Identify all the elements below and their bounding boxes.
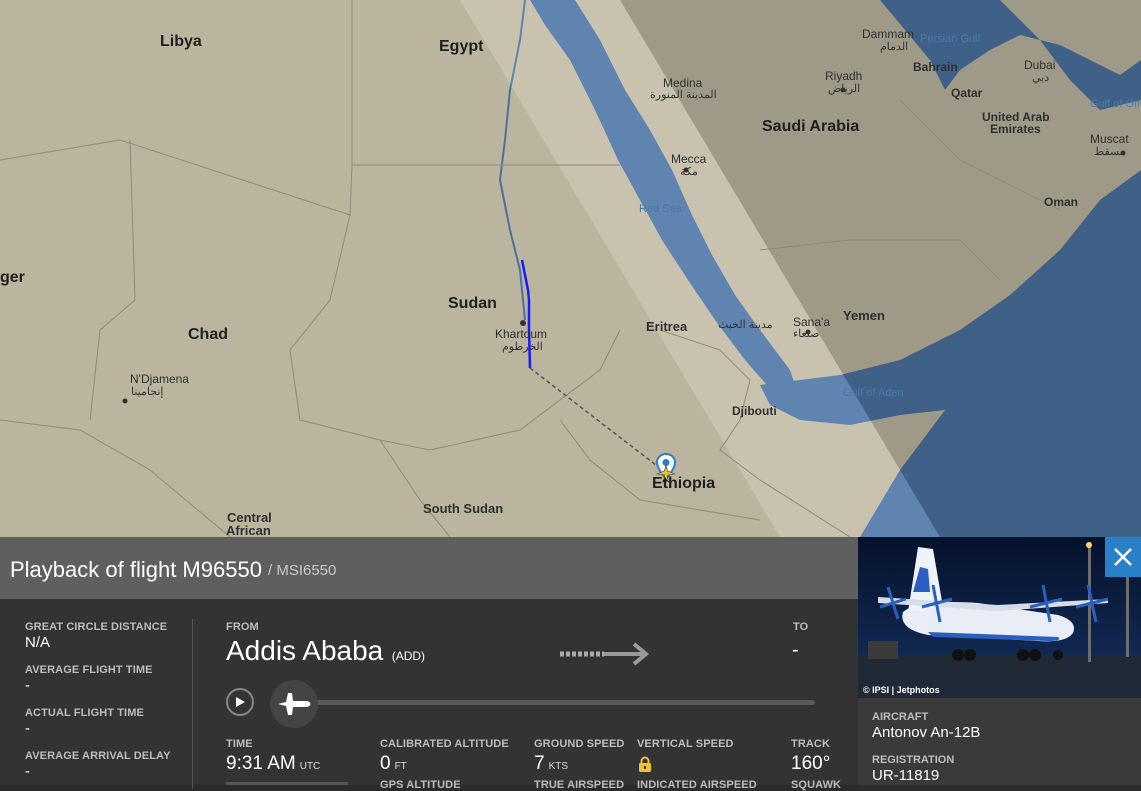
label-gulf-of-oman: Gulf of Om: [1090, 98, 1141, 110]
great-circle-label: GREAT CIRCLE DISTANCE: [25, 621, 168, 633]
aircraft-photo[interactable]: © IPSI | Jetphotos: [858, 537, 1141, 698]
label-sudan: Sudan: [448, 295, 497, 312]
to-label: TO: [793, 621, 809, 633]
cal-alt-unit: FT: [394, 761, 407, 772]
cal-alt-number: 0: [380, 753, 391, 774]
label-central-african-2: African: [226, 523, 271, 537]
label-riyadh-ar: الرياض: [828, 83, 861, 95]
label-mecca: Mecca: [671, 152, 707, 166]
label-muscat: Muscat: [1090, 132, 1129, 146]
label-khartoum-ar: الخرطوم: [502, 341, 543, 353]
ground-speed-value: 7 KTS: [534, 753, 568, 775]
label-eritrea: Eritrea: [646, 319, 688, 334]
avg-arrival-delay-label: AVERAGE ARRIVAL DELAY: [25, 750, 171, 762]
avg-flight-time-value: -: [25, 677, 30, 694]
avg-flight-time-label: AVERAGE FLIGHT TIME: [25, 664, 153, 676]
vertical-speed-label: VERTICAL SPEED: [637, 738, 734, 750]
label-saudi-arabia: Saudi Arabia: [762, 118, 860, 135]
label-djibouti: Djibouti: [732, 404, 777, 418]
label-niger: ger: [0, 269, 25, 286]
label-yemen: Yemen: [843, 308, 885, 323]
playback-timeline[interactable]: [280, 700, 815, 705]
avg-arrival-delay-value: -: [25, 763, 30, 780]
close-icon: [1114, 548, 1132, 566]
label-medina-ar: المدينة المنورة: [650, 89, 717, 101]
actual-flight-time-label: ACTUAL FLIGHT TIME: [25, 707, 144, 719]
label-muscat-ar: مسقط: [1094, 146, 1126, 158]
playback-callsign: / MSI6550: [268, 562, 337, 579]
squawk-label: SQUAWK: [791, 779, 842, 791]
airplane-icon: [278, 693, 311, 715]
track-value: 160°: [791, 753, 831, 774]
label-ndjamena: N'Djamena: [130, 372, 189, 386]
aircraft-value: Antonov An-12B: [872, 724, 981, 741]
label-oman: Oman: [1044, 195, 1079, 209]
from-airport: Addis Ababa (ADD): [226, 635, 425, 667]
aircraft-label: AIRCRAFT: [872, 711, 929, 723]
label-dubai-ar: دبي: [1032, 72, 1050, 84]
label-bahrain: Bahrain: [913, 60, 958, 74]
stats-divider: [192, 619, 193, 789]
lock-icon[interactable]: [638, 756, 652, 773]
play-icon: [236, 697, 245, 707]
registration-label: REGISTRATION: [872, 754, 955, 766]
ground-speed-unit: KTS: [548, 761, 569, 772]
track-label: TRACK: [791, 738, 830, 750]
label-khartoum: Khartoum: [495, 327, 548, 341]
label-uae-2: Emirates: [990, 122, 1041, 136]
true-airspeed-label: TRUE AIRSPEED: [534, 779, 625, 791]
great-circle-value: N/A: [25, 634, 51, 651]
gps-altitude-label: GPS ALTITUDE: [380, 779, 461, 791]
flight-stats: GREAT CIRCLE DISTANCE N/A AVERAGE FLIGHT…: [0, 599, 858, 791]
time-number: 9:31 AM: [226, 753, 296, 774]
calibrated-altitude-value: 0 FT: [380, 753, 407, 775]
label-libya: Libya: [160, 33, 202, 50]
label-south-sudan: South Sudan: [423, 501, 504, 516]
playback-title: Playback of flight M96550: [10, 557, 262, 582]
time-unit: UTC: [299, 761, 321, 772]
photo-credit[interactable]: © IPSI | Jetphotos: [863, 685, 940, 695]
ground-speed-number: 7: [534, 753, 545, 774]
from-code: (ADD): [391, 649, 426, 663]
actual-flight-time-value: -: [25, 720, 30, 737]
label-gulf-of-aden: Gulf of Aden: [843, 387, 904, 399]
playback-header: Playback of flight M96550 / MSI6550: [0, 537, 858, 599]
from-label: FROM: [226, 621, 259, 633]
timeline-handle[interactable]: [270, 680, 318, 728]
label-ethiopia: Ethiopia: [652, 475, 716, 492]
indicated-airspeed-label: INDICATED AIRSPEED: [637, 779, 757, 791]
label-chad: Chad: [188, 326, 228, 343]
ground-speed-label: GROUND SPEED: [534, 738, 625, 750]
label-dammam-ar: الدمام: [880, 41, 909, 53]
map-canvas: [0, 0, 1141, 537]
from-city: Addis Ababa: [226, 635, 384, 666]
label-sanaa-ar: صنعاء: [793, 328, 820, 340]
registration-value: UR-11819: [872, 767, 940, 784]
label-egypt: Egypt: [439, 38, 484, 55]
aircraft-panel: © IPSI | Jetphotos AIRCRAFT Antonov An-1…: [858, 537, 1141, 785]
time-value: 9:31 AM UTC: [226, 753, 320, 775]
label-mecca-ar: مكة: [680, 166, 698, 178]
label-asmara-ar: مدينة الخبث: [718, 319, 773, 331]
label-dammam: Dammam: [862, 27, 915, 41]
aircraft-photo-image: [858, 537, 1141, 698]
flight-map[interactable]: Libya Egypt Sudan Chad ger Eritrea Ethio…: [0, 0, 1141, 537]
label-dubai: Dubai: [1024, 58, 1056, 72]
play-button[interactable]: [226, 688, 254, 716]
label-riyadh: Riyadh: [825, 69, 863, 83]
label-persian-gulf: Persian Gulf: [920, 33, 981, 45]
playback-panel: Playback of flight M96550 / MSI6550 GREA…: [0, 537, 858, 791]
to-value: -: [792, 639, 799, 661]
label-red-sea: Red Sea: [639, 203, 682, 215]
label-ndjamena-ar: إنجامينا: [131, 386, 164, 398]
label-qatar: Qatar: [951, 86, 983, 100]
route-arrow-icon: [560, 642, 650, 666]
time-label: TIME: [226, 738, 253, 750]
calibrated-altitude-label: CALIBRATED ALTITUDE: [380, 738, 509, 750]
close-button[interactable]: [1105, 537, 1141, 577]
